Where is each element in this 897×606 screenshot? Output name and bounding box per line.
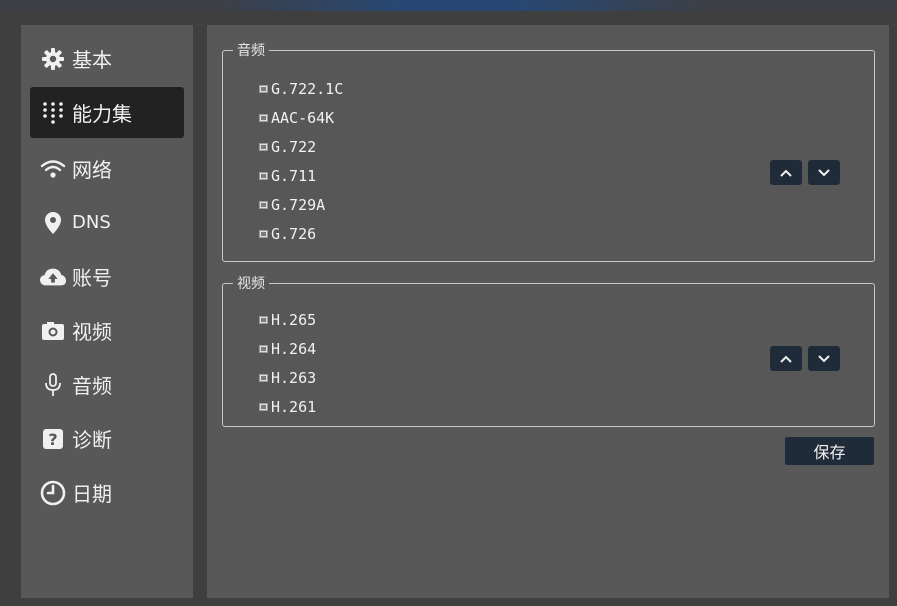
- sidebar-item-network[interactable]: 网络: [30, 143, 184, 194]
- camera-icon: [40, 318, 66, 344]
- top-bar: [0, 0, 897, 11]
- codec-item[interactable]: H.261: [259, 392, 316, 421]
- codec-label: H.265: [271, 310, 317, 329]
- checkbox-icon: [259, 142, 268, 151]
- codec-item[interactable]: G.726: [259, 219, 343, 248]
- audio-group-legend: 音频: [237, 43, 265, 59]
- codec-label: AAC-64K: [271, 108, 335, 127]
- save-button[interactable]: 保存: [785, 437, 874, 465]
- codec-item[interactable]: AAC-64K: [259, 103, 343, 132]
- sidebar-item-diagnostics[interactable]: ? 诊断: [30, 413, 184, 464]
- svg-text:?: ?: [48, 430, 57, 449]
- sidebar-item-label: 音频: [72, 374, 112, 398]
- chevron-up-icon: [780, 355, 792, 363]
- sidebar-item-account[interactable]: 账号: [30, 251, 184, 302]
- checkbox-icon: [259, 229, 268, 238]
- move-up-button[interactable]: [770, 346, 802, 371]
- sidebar-item-label: 诊断: [72, 428, 112, 452]
- codec-item[interactable]: H.265: [259, 305, 316, 334]
- checkbox-icon: [259, 200, 268, 209]
- video-group-legend: 视频: [237, 276, 265, 292]
- codec-label: G.711: [271, 166, 317, 185]
- sidebar-item-dns[interactable]: DNS: [30, 197, 184, 248]
- codec-item[interactable]: H.263: [259, 363, 316, 392]
- codec-label: H.261: [271, 397, 317, 416]
- codec-label: H.264: [271, 339, 317, 358]
- audio-codec-list: G.722.1C AAC-64K G.722 G.711 G.729A G.72…: [259, 74, 343, 248]
- checkbox-icon: [259, 113, 268, 122]
- gear-icon: [40, 46, 66, 72]
- audio-codec-group: 音频 G.722.1C AAC-64K G.722 G.711 G.729A G…: [222, 40, 875, 262]
- codec-item[interactable]: G.722.1C: [259, 74, 343, 103]
- codec-label: G.722: [271, 137, 317, 156]
- checkbox-icon: [259, 373, 268, 382]
- move-up-button[interactable]: [770, 160, 802, 185]
- sidebar-item-label: 能力集: [72, 102, 132, 126]
- sidebar-item-date[interactable]: 日期: [30, 467, 184, 518]
- sidebar-item-label: 网络: [72, 158, 112, 182]
- question-icon: ?: [40, 426, 66, 452]
- sidebar-item-basic[interactable]: 基本: [30, 33, 184, 84]
- codec-item[interactable]: G.711: [259, 161, 343, 190]
- sidebar-item-label: DNS: [72, 212, 111, 233]
- sidebar: 基本 能力集 网络 DNS 账号 视频 音频 ? 诊断 日期: [21, 25, 193, 598]
- codec-item[interactable]: G.722: [259, 132, 343, 161]
- codec-label: G.726: [271, 224, 317, 243]
- video-codec-group: 视频 H.265 H.264 H.263 H.261: [222, 273, 875, 427]
- grid-icon: [40, 100, 66, 126]
- main-panel: 音频 G.722.1C AAC-64K G.722 G.711 G.729A G…: [207, 25, 889, 598]
- codec-item[interactable]: H.264: [259, 334, 316, 363]
- sidebar-item-label: 账号: [72, 266, 112, 290]
- checkbox-icon: [259, 171, 268, 180]
- sidebar-item-label: 视频: [72, 320, 112, 344]
- move-down-button[interactable]: [808, 160, 840, 185]
- chevron-up-icon: [780, 169, 792, 177]
- codec-label: H.263: [271, 368, 317, 387]
- wifi-icon: [40, 156, 66, 182]
- chevron-down-icon: [818, 354, 830, 362]
- top-accent: [210, 0, 710, 11]
- codec-item[interactable]: G.729A: [259, 190, 343, 219]
- codec-label: G.729A: [271, 195, 326, 214]
- location-pin-icon: [40, 210, 66, 236]
- cloud-upload-icon: [40, 264, 66, 290]
- checkbox-icon: [259, 84, 268, 93]
- codec-label: G.722.1C: [271, 79, 344, 98]
- video-codec-list: H.265 H.264 H.263 H.261: [259, 305, 316, 421]
- sidebar-item-audio[interactable]: 音频: [30, 359, 184, 410]
- chevron-down-icon: [818, 168, 830, 176]
- checkbox-icon: [259, 344, 268, 353]
- checkbox-icon: [259, 402, 268, 411]
- sidebar-item-capabilities[interactable]: 能力集: [30, 87, 184, 138]
- sidebar-item-label: 基本: [72, 48, 112, 72]
- video-order-controls: [770, 346, 840, 371]
- sidebar-item-video[interactable]: 视频: [30, 305, 184, 356]
- clock-icon: [40, 480, 66, 506]
- sidebar-item-label: 日期: [72, 482, 112, 506]
- audio-order-controls: [770, 160, 840, 185]
- microphone-icon: [40, 372, 66, 398]
- move-down-button[interactable]: [808, 346, 840, 371]
- checkbox-icon: [259, 315, 268, 324]
